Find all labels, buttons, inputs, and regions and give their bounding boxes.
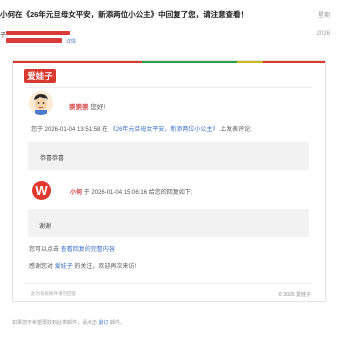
- footer-notice: 此为系统邮件请勿回复: [31, 291, 76, 296]
- unsubscribe-prefix: 如果您不希望再收到此类邮件，请点击: [12, 320, 98, 326]
- comment-suffix: 上发表评论:: [220, 127, 252, 133]
- sender-row: 子 详情 2026: [0, 28, 340, 46]
- footer-divider: [25, 283, 312, 284]
- unsubscribe-link[interactable]: 退订: [98, 320, 108, 326]
- replier-name[interactable]: 小何: [70, 190, 82, 196]
- reply-suffix: 于 2026-01-04 15:06:16 给您的回复如下:: [83, 190, 193, 196]
- greeting-suffix: 您好!: [90, 104, 106, 111]
- email-subject-bar: 小何在《26年元旦母女平安，新添两位小公主》中回复了您，请注意查看！ 星期: [0, 0, 340, 28]
- thanks-prefix: 感谢您对: [29, 264, 54, 270]
- original-comment-text: 恭喜恭喜: [40, 156, 65, 162]
- view-reply-line: 您可以点击 查看回复的完整内容: [29, 244, 115, 253]
- thanks-suffix: 的关注，欢迎再次来访!: [74, 264, 137, 270]
- comment-prefix: 您于 2026-01-04 13:51:58 在: [31, 127, 109, 133]
- email-card: 爱娃子 崇崇崇 您好! 您于 2026-01-04 13:51:58 在 《26…: [12, 60, 326, 302]
- footer-copyright: © 2026 爱娃子: [278, 292, 311, 298]
- unsubscribe-note: 如果您不希望再收到此类邮件，请点击 退订 邮件。: [12, 319, 125, 326]
- color-stripe-1: [13, 61, 142, 63]
- reply-box: 谢谢: [28, 209, 309, 237]
- view-full-reply-link[interactable]: 查看回复的完整内容: [61, 247, 115, 253]
- comment-info: 您于 2026-01-04 13:51:58 在 《26年元旦母女平安，新添两位…: [31, 124, 252, 133]
- article-link[interactable]: 《26年元旦母女平安，新添两位小公主》: [110, 127, 219, 133]
- thanks-line: 感谢您对 爱娃子 的关注，欢迎再次来访!: [29, 261, 136, 270]
- greeting-name[interactable]: 崇崇崇: [69, 104, 89, 111]
- color-stripe-4: [263, 61, 325, 63]
- greeting: 崇崇崇 您好!: [69, 101, 105, 111]
- reply-text: 谢谢: [39, 224, 52, 230]
- color-stripe-3: [237, 61, 263, 63]
- sender-redacted-address: [6, 31, 70, 35]
- click-prefix: 您可以点击: [29, 247, 60, 253]
- sender-details-link[interactable]: 详情: [66, 38, 76, 45]
- color-stripe-2: [142, 61, 237, 63]
- site-link[interactable]: 爱娃子: [55, 264, 73, 270]
- email-subject: 小何在《26年元旦母女平安，新添两位小公主》中回复了您，请注意查看！: [0, 10, 249, 19]
- reply-info: 小何 于 2026-01-04 15:06:16 给您的回复如下:: [70, 187, 192, 196]
- replier-avatar: W: [32, 181, 51, 200]
- unsubscribe-suffix: 邮件。: [109, 320, 125, 326]
- original-comment-box: 恭喜恭喜: [28, 142, 309, 170]
- cartoon-avatar-icon: [29, 91, 53, 115]
- header-divider: [25, 87, 312, 88]
- recipient-redacted: [6, 38, 62, 43]
- email-weekday: 星期: [317, 13, 330, 19]
- site-logo[interactable]: 爱娃子: [24, 69, 56, 83]
- user-avatar: [29, 91, 53, 115]
- email-date: 2026: [316, 31, 330, 37]
